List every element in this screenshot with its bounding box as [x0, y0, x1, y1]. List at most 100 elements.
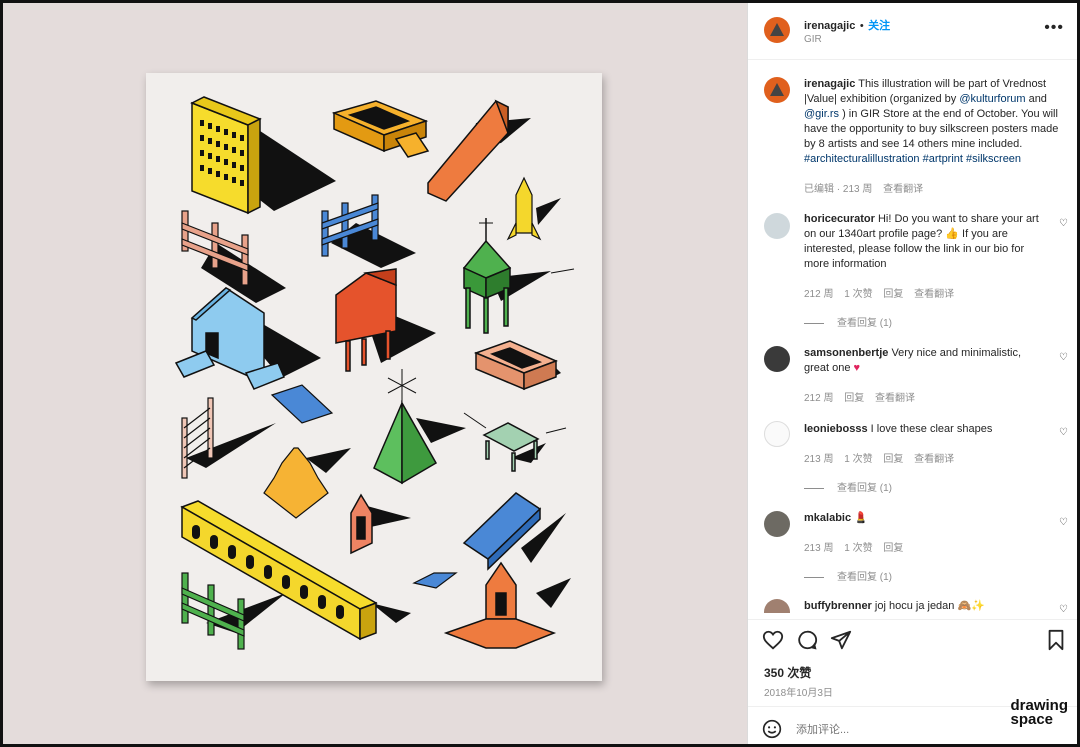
- comment-meta: 213 周 1 次赞 回复: [804, 539, 903, 554]
- comment-username[interactable]: mkalabic: [804, 512, 851, 524]
- shadow: [251, 125, 336, 211]
- comment-age: 212 周: [804, 393, 834, 404]
- translate-link[interactable]: 查看翻译: [914, 454, 954, 465]
- yellow-rocket: [506, 176, 542, 241]
- caption-avatar[interactable]: [764, 77, 790, 103]
- mention-gir[interactable]: @gir.rs: [804, 108, 839, 120]
- bookmark-icon[interactable]: [1046, 629, 1066, 656]
- blue-step-hole: [270, 384, 334, 424]
- translate-link[interactable]: 查看翻译: [875, 393, 915, 404]
- author-username[interactable]: irenagajic: [804, 20, 855, 32]
- comment-likes[interactable]: 1 次赞: [844, 543, 872, 554]
- caption-username[interactable]: irenagajic: [804, 78, 855, 90]
- comment-username[interactable]: horicecurator: [804, 213, 875, 225]
- likes-count[interactable]: 350 次赞: [764, 664, 811, 681]
- commenter-avatar[interactable]: [764, 213, 790, 239]
- comment-username[interactable]: leoniebosss: [804, 423, 868, 435]
- heart-icon[interactable]: ♡: [1059, 352, 1068, 363]
- location-label[interactable]: GIR: [804, 34, 822, 45]
- mention-kulturforum[interactable]: @kulturforum: [959, 93, 1025, 105]
- divider: [748, 619, 1077, 620]
- translate-link[interactable]: 查看翻译: [883, 184, 923, 195]
- share-icon[interactable]: [830, 629, 852, 656]
- reply-link[interactable]: 回复: [883, 454, 903, 465]
- comment-age: 213 周: [804, 543, 834, 554]
- comment-text: leoniebosss I love these clear shapes: [804, 422, 1044, 437]
- comment-panel: irenagajic • 关注 GIR ••• irenagajic This …: [747, 3, 1077, 744]
- view-replies-label: 查看回复 (1): [837, 483, 892, 494]
- lipstick-emoji: 💄: [854, 512, 868, 524]
- emoji-icon[interactable]: [762, 719, 782, 744]
- view-replies[interactable]: 查看回复 (1): [804, 568, 892, 583]
- comment-body: I love these clear shapes: [870, 423, 993, 435]
- comment-username[interactable]: buffybrenner: [804, 600, 872, 612]
- caption-text: irenagajic This illustration will be par…: [804, 77, 1072, 167]
- add-comment-input[interactable]: [794, 719, 998, 741]
- translate-link[interactable]: 查看翻译: [914, 289, 954, 300]
- green-table: [482, 422, 540, 472]
- green-pyramid: [373, 400, 438, 485]
- reply-link[interactable]: 回复: [844, 393, 864, 404]
- comment-body: joj hocu ja jedan 🙈✨: [874, 600, 985, 612]
- orange-pool: [331, 100, 430, 158]
- view-replies-label: 查看回复 (1): [837, 318, 892, 329]
- commenter-avatar[interactable]: [764, 511, 790, 537]
- heart-icon[interactable]: ♡: [1059, 517, 1068, 528]
- commenter-avatar[interactable]: [764, 599, 790, 613]
- post-header: irenagajic • 关注: [804, 16, 890, 34]
- caption-meta: 已编辑 · 213 周 查看翻译: [804, 180, 923, 195]
- header-separator: •: [859, 20, 864, 32]
- heart-icon[interactable]: ♡: [1059, 604, 1068, 613]
- comment-username[interactable]: samsonenbertje: [804, 347, 888, 359]
- green-tower: [462, 218, 512, 334]
- comment-meta: 212 周 回复 查看翻译: [804, 389, 915, 404]
- comment-icon[interactable]: [796, 629, 818, 656]
- post-date: 2018年10月3日: [764, 688, 833, 699]
- edited-age: 已编辑 · 213 周: [804, 184, 873, 195]
- orange-staircase: [427, 99, 509, 202]
- more-icon[interactable]: •••: [1044, 19, 1064, 37]
- comment-text: buffybrenner joj hocu ja jedan 🙈✨: [804, 599, 1054, 613]
- reply-line: [804, 576, 824, 578]
- blue-step-hole-2: [412, 572, 458, 589]
- drawingspace-watermark: drawing space: [1010, 698, 1068, 728]
- orange-cross-building: [443, 561, 557, 649]
- watermark-line2: space: [1010, 711, 1054, 728]
- reply-line: [804, 487, 824, 489]
- reply-link[interactable]: 回复: [883, 289, 903, 300]
- view-replies[interactable]: 查看回复 (1): [804, 479, 892, 494]
- follow-button[interactable]: 关注: [868, 20, 890, 32]
- window-frame: irenagajic • 关注 GIR ••• irenagajic This …: [0, 0, 1080, 747]
- comment-age: 212 周: [804, 289, 834, 300]
- caption-part: ) in GIR Store at the end of October. Yo…: [804, 108, 1059, 150]
- green-fence: [181, 572, 245, 650]
- author-avatar[interactable]: [764, 17, 790, 43]
- post-media: [3, 3, 747, 744]
- view-replies-label: 查看回复 (1): [837, 572, 892, 583]
- comment-meta: 212 周 1 次赞 回复 查看翻译: [804, 285, 954, 300]
- salmon-arch: [350, 493, 373, 555]
- comment-text: mkalabic 💄: [804, 511, 1044, 526]
- commenter-avatar[interactable]: [764, 421, 790, 447]
- reply-line: [804, 322, 824, 324]
- illustration-poster: [146, 73, 602, 681]
- comment-clip: buffybrenner joj hocu ja jedan 🙈✨ ♡: [748, 595, 1077, 613]
- salmon-box: [473, 340, 558, 391]
- commenter-avatar[interactable]: [764, 346, 790, 372]
- view-replies[interactable]: 查看回复 (1): [804, 314, 892, 329]
- comment-likes[interactable]: 1 次赞: [844, 289, 872, 300]
- red-cabin: [335, 268, 397, 372]
- heart-icon[interactable]: ♡: [1059, 218, 1068, 229]
- like-heart-icon[interactable]: [762, 629, 784, 656]
- divider: [748, 59, 1077, 60]
- comment-likes[interactable]: 1 次赞: [844, 454, 872, 465]
- reply-link[interactable]: 回复: [883, 543, 903, 554]
- comment-text: samsonenbertje Very nice and minimalisti…: [804, 346, 1044, 376]
- heart-icon[interactable]: ♡: [1059, 427, 1068, 438]
- heart-emoji: ♥: [853, 362, 861, 374]
- comment-meta: 213 周 1 次赞 回复 查看翻译: [804, 450, 954, 465]
- hashtags[interactable]: #architecturalillustration #artprint #si…: [804, 153, 1021, 165]
- isometric-architecture-illustration: [174, 96, 575, 650]
- caption-part: and: [1025, 93, 1047, 105]
- comment-text: horicecurator Hi! Do you want to share y…: [804, 212, 1044, 272]
